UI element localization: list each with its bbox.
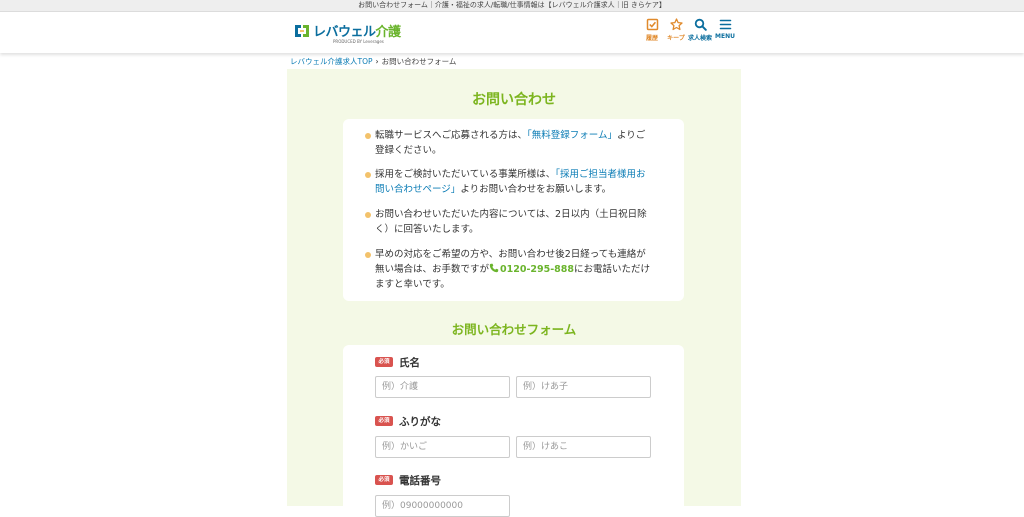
- site-header: レバウェル介護 PRODUCED BY Leverages 履歴 キープ 求人検…: [0, 12, 1024, 53]
- kana-field-label: 必須 ふりがな: [375, 415, 441, 429]
- notice-item: お問い合わせいただいた内容については、2日以内（土日祝日除く）に回答いたします。: [365, 207, 653, 237]
- name-label-text: 氏名: [399, 357, 420, 369]
- logo-text-main: レバウェル: [313, 25, 376, 40]
- kana-label-text: ふりがな: [399, 416, 441, 428]
- phone-icon: [489, 263, 499, 273]
- nav-history-button[interactable]: 履歴: [640, 18, 664, 50]
- first-name-kana-input[interactable]: [516, 436, 651, 458]
- phone-input[interactable]: [375, 495, 510, 517]
- nav-search-label: 求人検索: [687, 35, 712, 42]
- notice-item: 採用をご検討いただいている事業所様は、「採用ご担当者様用お問い合わせページ」より…: [365, 167, 653, 197]
- bullet-dot-icon: [365, 212, 371, 218]
- hamburger-icon: [719, 19, 731, 30]
- site-logo[interactable]: レバウェル介護 PRODUCED BY Leverages: [293, 19, 403, 47]
- star-icon: [669, 18, 683, 31]
- main-content: お問い合わせ 転職サービスへご応募される方は、「無料登録フォーム」よりご登録くだ…: [287, 69, 741, 517]
- nav-menu-label: MENU: [715, 33, 735, 40]
- breadcrumb: レバウェル介護求人TOP › お問い合わせフォーム: [290, 56, 456, 68]
- phone-link[interactable]: 0120-295-888: [489, 263, 575, 275]
- nav-history-label: 履歴: [645, 35, 658, 42]
- notice-item: 転職サービスへご応募される方は、「無料登録フォーム」よりご登録ください。: [365, 128, 653, 158]
- notice-text: お問い合わせいただいた内容については、2日以内（土日祝日除く）に回答いたします。: [375, 209, 647, 235]
- nav-search-button[interactable]: 求人検索: [687, 18, 713, 50]
- phone-label-text: 電話番号: [399, 475, 441, 487]
- search-icon: [694, 18, 707, 31]
- required-badge: 必須: [375, 475, 393, 485]
- logo-mark-icon: [295, 25, 309, 37]
- nav-keep-label: キープ: [667, 35, 685, 42]
- phone-field-label: 必須 電話番号: [375, 474, 441, 488]
- last-name-kana-input[interactable]: [375, 436, 510, 458]
- bullet-dot-icon: [365, 133, 371, 139]
- notice-text: 採用をご検討いただいている事業所様は、: [375, 169, 556, 180]
- browser-title-bar: お問い合わせフォーム｜介護・福祉の求人/転職/仕事情報は【レバウェル介護求人｜旧…: [0, 0, 1024, 12]
- nav-keep-button[interactable]: キープ: [664, 18, 688, 50]
- form-title: お問い合わせフォーム: [451, 322, 577, 337]
- bullet-dot-icon: [365, 172, 371, 178]
- notice-text: 転職サービスへご応募される方は、: [375, 130, 528, 141]
- chevron-right-icon: ›: [375, 57, 379, 66]
- page-title: お問い合わせ: [472, 92, 556, 108]
- register-form-link[interactable]: 「無料登録フォーム」: [527, 130, 617, 141]
- check-square-icon: [646, 18, 658, 31]
- notice-box: 転職サービスへご応募される方は、「無料登録フォーム」よりご登録ください。 採用を…: [343, 119, 684, 301]
- required-badge: 必須: [375, 416, 393, 426]
- bullet-dot-icon: [365, 252, 371, 258]
- logo-text: レバウェル介護: [313, 21, 401, 40]
- required-badge: 必須: [375, 357, 393, 367]
- first-name-input[interactable]: [516, 376, 651, 398]
- notice-item: 早めの対応をご希望の方や、お問い合わせ後2日経っても連絡が無い場合は、お手数です…: [365, 247, 653, 292]
- name-field-label: 必須 氏名: [375, 356, 420, 370]
- breadcrumb-home-link[interactable]: レバウェル介護求人TOP: [290, 57, 373, 66]
- notice-text: よりお問い合わせをお願いします。: [460, 184, 612, 195]
- phone-number: 0120-295-888: [500, 264, 575, 275]
- nav-menu-button[interactable]: MENU: [713, 18, 737, 50]
- last-name-input[interactable]: [375, 376, 510, 398]
- logo-text-accent: 介護: [375, 25, 402, 40]
- contact-form: 必須氏名 必須ふりがな 必須電話番号: [343, 345, 684, 517]
- logo-subtitle: PRODUCED BY Leverages: [333, 39, 384, 44]
- breadcrumb-current: お問い合わせフォーム: [381, 57, 457, 66]
